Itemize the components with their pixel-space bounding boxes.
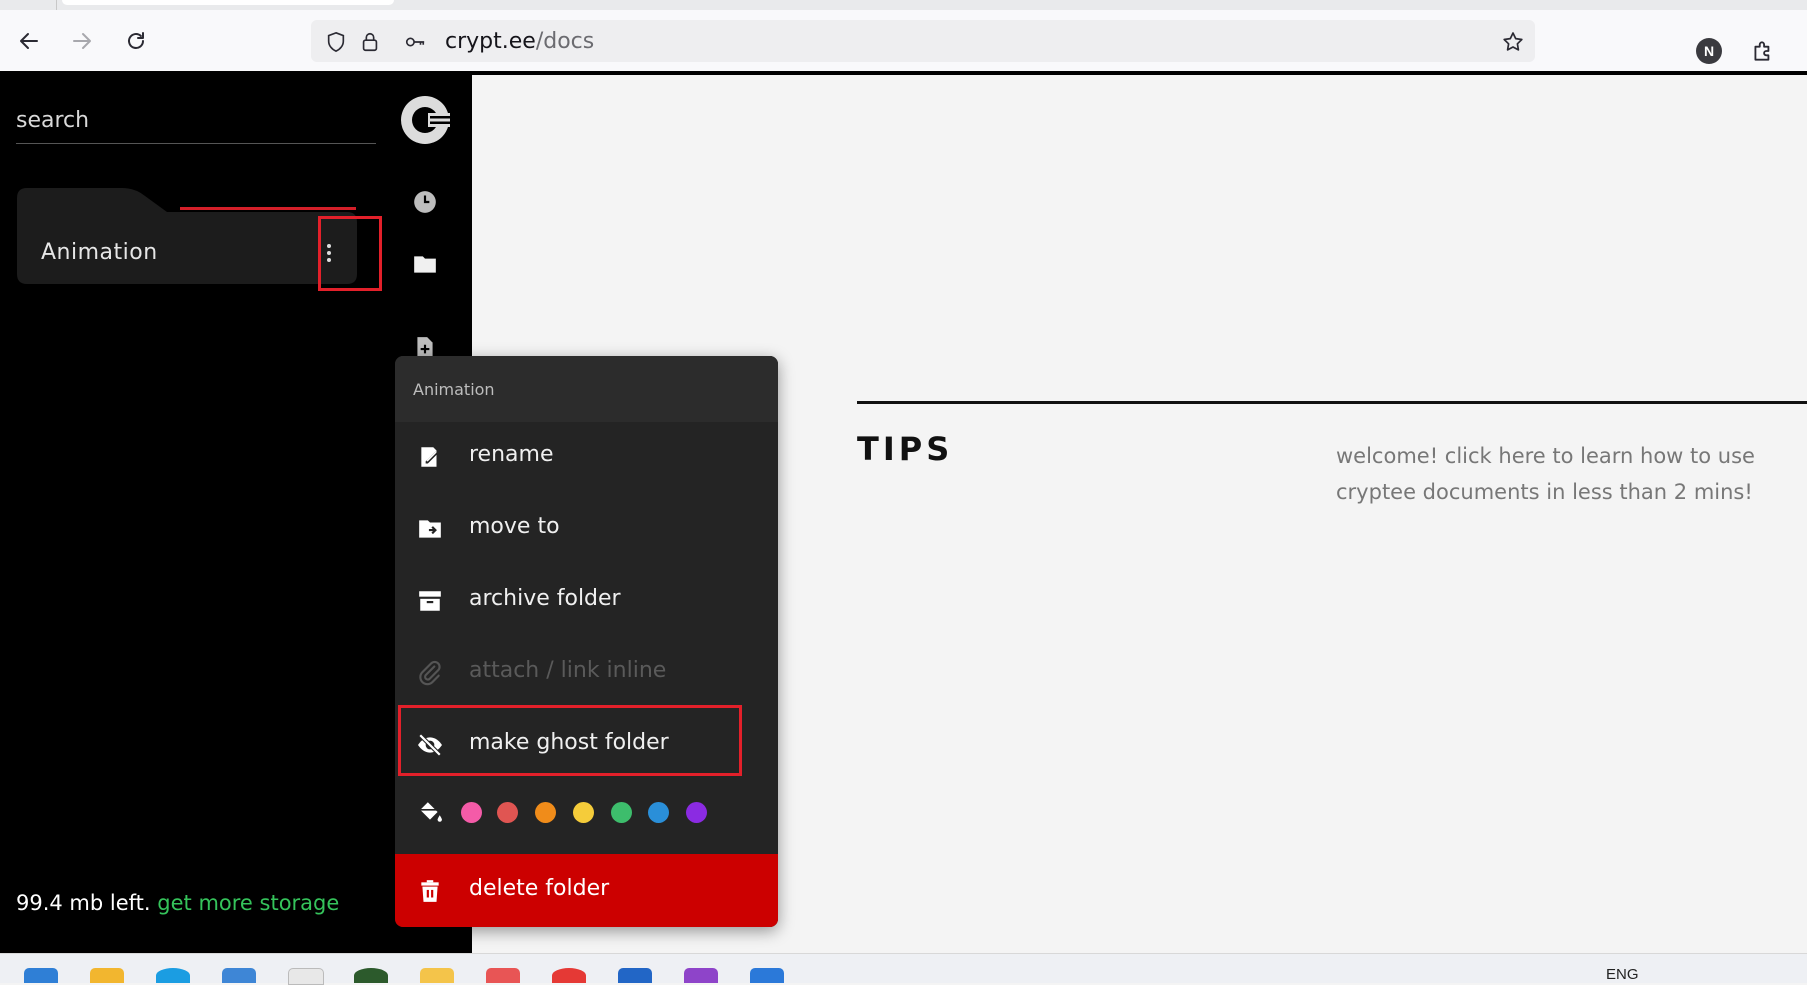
folder-color-picker xyxy=(395,781,778,845)
content-top-border xyxy=(472,71,1807,75)
app-icon-blue[interactable] xyxy=(618,968,652,983)
folder-context-menu: Animation rename move to archive folder … xyxy=(395,356,778,927)
move-folder-icon xyxy=(419,520,441,538)
color-swatch-orange[interactable] xyxy=(535,802,556,823)
menu-item-label: delete folder xyxy=(469,876,610,901)
color-swatch-red[interactable] xyxy=(497,802,518,823)
reload-button[interactable] xyxy=(121,26,151,56)
tips-welcome-link[interactable]: welcome! click here to learn how to use … xyxy=(1336,438,1776,510)
ghost-eye-off-icon xyxy=(418,733,442,757)
os-taskbar: ENG xyxy=(0,953,1807,985)
back-arrow-icon xyxy=(20,33,38,49)
color-swatch-pink[interactable] xyxy=(461,802,482,823)
file-explorer-icon[interactable] xyxy=(90,968,124,983)
url-text[interactable]: crypt.ee/docs xyxy=(445,29,594,54)
url-path: /docs xyxy=(535,29,595,54)
extensions-icon[interactable] xyxy=(1750,38,1776,64)
folder-shape xyxy=(17,188,357,284)
menu-item-archive-folder[interactable]: archive folder xyxy=(395,568,778,634)
storage-status: 99.4 mb left. get more storage xyxy=(16,891,339,915)
forward-arrow-icon xyxy=(73,33,91,49)
menu-item-attach-link-inline: attach / link inline xyxy=(395,640,778,706)
search-field[interactable] xyxy=(16,101,376,144)
color-swatch-purple[interactable] xyxy=(686,802,707,823)
rename-icon xyxy=(421,447,438,467)
browser-toolbar: crypt.ee/docs N xyxy=(0,10,1807,71)
app-icon-grid[interactable] xyxy=(486,968,520,983)
active-app-icon[interactable] xyxy=(420,968,454,983)
start-menu-icon[interactable] xyxy=(24,968,58,983)
trash-icon xyxy=(421,880,439,902)
forward-button[interactable] xyxy=(67,26,97,56)
reload-icon xyxy=(128,32,144,49)
context-menu-header: Animation xyxy=(395,356,778,422)
folder-label: Animation xyxy=(41,240,158,265)
edge-browser-icon[interactable] xyxy=(156,968,190,983)
get-more-storage-link[interactable]: get more storage xyxy=(157,891,339,915)
paint-bucket-icon xyxy=(420,802,442,822)
app-icon-green[interactable] xyxy=(354,968,388,983)
search-input[interactable] xyxy=(16,101,376,139)
chrome-browser-icon[interactable] xyxy=(552,968,586,983)
mail-app-icon[interactable] xyxy=(288,968,324,985)
menu-item-label: move to xyxy=(469,514,560,539)
menu-item-rename[interactable]: rename xyxy=(395,424,778,490)
more-vertical-icon xyxy=(327,244,331,262)
archive-icon xyxy=(419,591,441,611)
color-swatch-green[interactable] xyxy=(611,802,632,823)
tab-separator xyxy=(56,0,57,10)
tips-divider xyxy=(857,401,1807,404)
recents-clock-icon[interactable] xyxy=(412,189,438,215)
menu-item-label: attach / link inline xyxy=(469,658,667,683)
paperclip-icon xyxy=(419,660,441,686)
cryptee-logo-icon[interactable] xyxy=(400,95,450,145)
tab-strip xyxy=(0,0,1807,10)
menu-item-label: archive folder xyxy=(469,586,621,611)
folder-more-button[interactable] xyxy=(317,238,341,268)
app-icon-purple[interactable] xyxy=(684,968,718,983)
active-tab[interactable] xyxy=(62,0,394,5)
folder-card-animation[interactable]: Animation xyxy=(17,188,357,284)
color-swatch-yellow[interactable] xyxy=(573,802,594,823)
menu-item-move-to[interactable]: move to xyxy=(395,496,778,562)
profile-avatar[interactable]: N xyxy=(1696,38,1722,64)
address-bar[interactable]: crypt.ee/docs xyxy=(311,20,1535,62)
key-icon[interactable] xyxy=(404,31,426,53)
folders-icon[interactable] xyxy=(412,251,438,277)
shield-icon[interactable] xyxy=(325,31,347,53)
store-app-icon[interactable] xyxy=(222,968,256,983)
menu-item-label: make ghost folder xyxy=(469,730,669,755)
bookmark-star-icon[interactable] xyxy=(1501,30,1525,54)
lock-icon[interactable] xyxy=(359,31,381,53)
back-button[interactable] xyxy=(14,26,44,56)
tips-title: TIPS xyxy=(857,430,954,468)
color-swatch-blue[interactable] xyxy=(648,802,669,823)
app-icon-word[interactable] xyxy=(750,968,784,983)
context-menu-title: Animation xyxy=(413,380,495,399)
menu-item-make-ghost-folder[interactable]: make ghost folder xyxy=(395,712,778,778)
storage-left-text: 99.4 mb left. xyxy=(16,891,151,915)
menu-item-label: rename xyxy=(469,442,554,467)
language-indicator[interactable]: ENG xyxy=(1606,966,1639,983)
url-domain: crypt.ee xyxy=(445,29,536,54)
menu-item-delete-folder[interactable]: delete folder xyxy=(395,854,778,927)
